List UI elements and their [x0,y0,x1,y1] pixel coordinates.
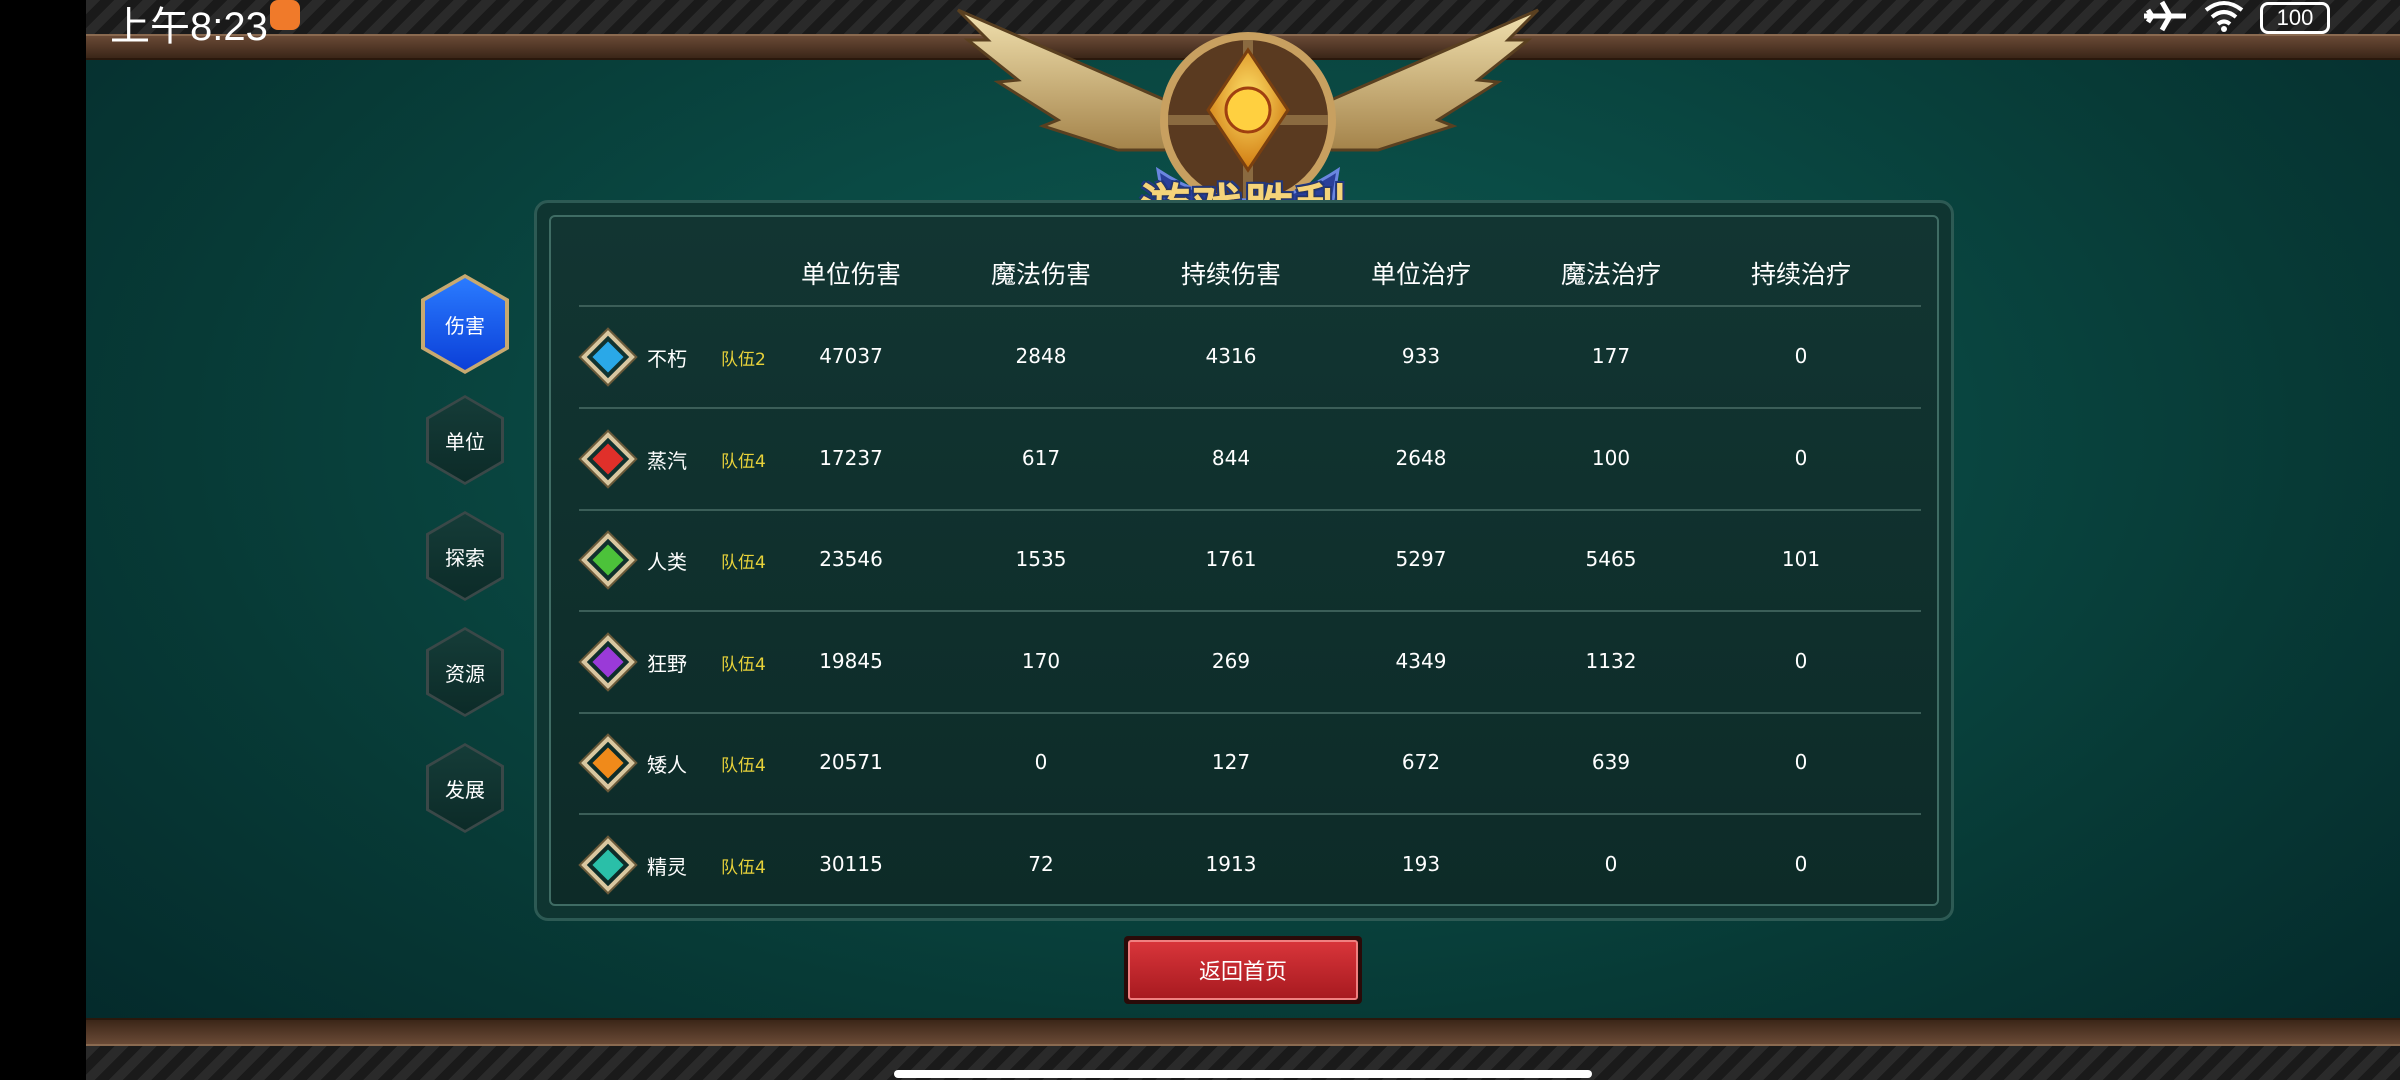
stat-cell: 5297 [1395,547,1447,571]
tab-label: 伤害 [425,278,505,370]
stat-cell: 933 [1401,344,1441,368]
table-row: 矮人 队伍4 20571 0 127 672 639 0 [551,713,1937,815]
faction-name: 不朽 [647,347,687,371]
stat-cell: 20571 [819,750,883,774]
airplane-icon [2142,0,2188,36]
table-row: 人类 队伍4 23546 1535 1761 5297 5465 101 [551,510,1937,612]
stat-cell: 1761 [1205,547,1257,571]
stat-cell: 0 [1794,648,1808,673]
table-row: 蒸汽 队伍4 17237 617 844 2648 100 0 [551,409,1937,511]
stat-cell: 23546 [819,547,883,571]
stat-cell: 844 [1211,445,1251,470]
stat-cell: 2648 [1395,445,1447,470]
app-notification-icon [270,0,300,30]
stat-cell: 1913 [1205,851,1257,876]
battery-indicator: 100 [2260,2,2330,34]
home-indicator[interactable] [894,1070,1592,1078]
stat-cell: 0 [1604,851,1618,876]
faction-name: 矮人 [647,753,687,777]
faction-name: 狂野 [647,651,687,676]
column-header: 持续治疗 [1750,260,1851,289]
game-screen: 上午8:23 100 伤害 单位 探索 资源 发展 单位伤害 魔法伤害 持续伤害… [86,0,2400,1080]
faction-gem-icon [581,330,635,384]
stat-cell: 170 [1021,648,1061,673]
column-header: 单位治疗 [1370,260,1471,289]
table-row: 不朽 队伍2 47037 2848 4316 933 177 0 [551,307,1937,409]
stat-cell: 177 [1591,344,1631,368]
stat-cell: 0 [1794,851,1808,876]
tab-3[interactable]: 资源 [426,627,504,717]
stat-cell: 0 [1794,344,1808,368]
faction-name: 人类 [647,550,687,574]
faction-gem-icon [581,837,635,892]
faction-name: 蒸汽 [647,448,687,473]
stat-cell: 1535 [1015,547,1067,571]
column-header: 持续伤害 [1180,260,1281,289]
column-header: 魔法伤害 [990,260,1091,289]
wifi-icon [2202,0,2246,36]
tab-label: 单位 [429,398,501,482]
stat-cell: 72 [1028,851,1054,876]
stat-cell: 639 [1591,750,1631,774]
stat-cell: 17237 [819,445,883,470]
tab-label: 发展 [429,746,501,830]
status-icons: 100 [2142,0,2330,36]
stats-table: 单位伤害 魔法伤害 持续伤害 单位治疗 魔法治疗 持续治疗 不朽 队伍2 47037 2848 4… [549,215,1939,906]
return-home-button[interactable]: 返回首页 [1124,936,1362,1004]
column-header: 魔法治疗 [1560,260,1661,289]
faction-gem-icon [581,736,635,790]
tab-1[interactable]: 单位 [426,395,504,485]
faction-gem-icon [581,634,635,689]
stat-cell: 100 [1591,445,1631,470]
faction-name: 精灵 [647,854,687,879]
stat-cell: 0 [1794,445,1808,470]
stat-cell: 269 [1211,648,1251,673]
stat-cell: 1132 [1585,648,1637,673]
table-row: 精灵 队伍4 30115 72 1913 193 0 0 [551,815,1937,916]
stat-cell: 4349 [1395,648,1447,673]
column-header: 单位伤害 [800,260,901,289]
stat-cell: 47037 [819,344,883,368]
return-home-label: 返回首页 [1128,940,1358,1000]
tab-0[interactable]: 伤害 [421,274,509,374]
stat-cell: 672 [1401,750,1441,774]
faction-gem-icon [581,431,635,486]
stat-cell: 617 [1021,445,1061,470]
stat-cell: 101 [1781,547,1821,571]
tab-4[interactable]: 发展 [426,743,504,833]
faction-gem-icon [581,533,635,587]
tab-label: 资源 [429,630,501,714]
stat-cell: 127 [1211,750,1251,774]
status-time: 上午8:23 [110,5,268,49]
stat-cell: 0 [1034,750,1048,774]
table-row: 狂野 队伍4 19845 170 269 4349 1132 0 [551,612,1937,714]
stats-panel: 单位伤害 魔法伤害 持续伤害 单位治疗 魔法治疗 持续治疗 不朽 队伍2 47037 2848 4… [534,200,1954,921]
tab-label: 探索 [429,514,501,598]
stat-cell: 30115 [819,851,883,876]
stat-cell: 193 [1401,851,1441,876]
tab-2[interactable]: 探索 [426,511,504,601]
stat-cell: 19845 [819,648,883,673]
stat-cell: 5465 [1585,547,1637,571]
table-header: 单位伤害 魔法伤害 持续伤害 单位治疗 魔法治疗 持续治疗 [551,217,1937,317]
stat-cell: 4316 [1205,344,1257,368]
stat-cell: 2848 [1015,344,1067,368]
stat-cell: 0 [1794,750,1808,774]
